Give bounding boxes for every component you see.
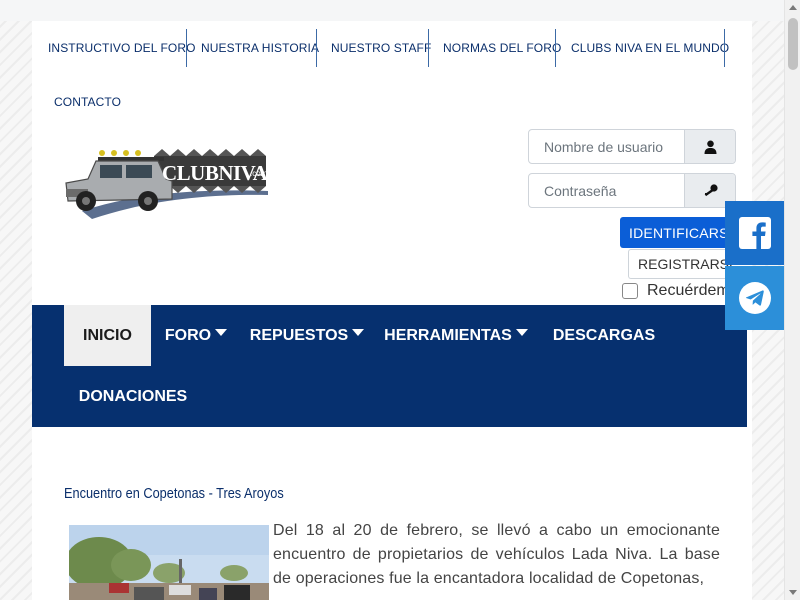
scroll-down-icon[interactable] (789, 590, 797, 595)
top-band (0, 0, 784, 21)
main-nav: INICIO FORO REPUESTOS HERRAMIENTAS DESCA… (32, 305, 747, 427)
divider (555, 29, 556, 67)
password-input[interactable] (529, 174, 684, 207)
nav-repuestos[interactable]: REPUESTOS (247, 305, 367, 366)
top-nav-normas[interactable]: NORMAS DEL FORO (443, 41, 561, 55)
nav-label: REPUESTOS (249, 326, 349, 344)
remember-checkbox[interactable] (622, 283, 638, 299)
page-scrollbar[interactable] (784, 0, 800, 600)
top-nav-contacto[interactable]: CONTACTO (54, 95, 121, 109)
article-photo (69, 525, 269, 600)
facebook-icon (738, 217, 771, 249)
page-container: INSTRUCTIVO DEL FORO NUESTRA HISTORIA NU… (32, 21, 752, 600)
register-button[interactable]: REGISTRARSE (628, 249, 738, 279)
login-button[interactable]: IDENTIFICARSE (620, 217, 738, 248)
divider (724, 29, 725, 67)
nav-herramientas[interactable]: HERRAMIENTAS (382, 305, 530, 366)
top-nav-instructivo[interactable]: INSTRUCTIVO DEL FORO (48, 41, 196, 55)
divider (428, 29, 429, 67)
nav-label: DESCARGAS (552, 326, 656, 344)
password-field[interactable] (528, 173, 736, 208)
nav-label: INICIO (83, 326, 132, 344)
site-logo[interactable]: CLUBNIVA .com (62, 139, 270, 225)
facebook-button[interactable] (725, 201, 784, 265)
username-field[interactable] (528, 129, 736, 164)
caret-down-icon (215, 329, 228, 336)
telegram-icon (738, 282, 771, 314)
divider (316, 29, 317, 67)
user-icon (684, 130, 735, 163)
nav-label: HERRAMIENTAS (384, 326, 512, 344)
nav-label: FORO (164, 326, 212, 344)
scroll-up-icon[interactable] (789, 5, 797, 10)
caret-down-icon (515, 329, 528, 336)
telegram-button[interactable] (725, 266, 784, 330)
article-title[interactable]: Encuentro en Copetonas - Tres Aroyos (64, 485, 284, 502)
article-text: Del 18 al 20 de febrero, se llevó a cabo… (273, 522, 720, 587)
nav-inicio[interactable]: INICIO (64, 305, 151, 366)
nav-label: DONACIONES (78, 387, 188, 405)
divider (186, 29, 187, 67)
username-input[interactable] (529, 130, 684, 163)
scrollbar-thumb[interactable] (788, 18, 798, 70)
top-nav-historia[interactable]: NUESTRA HISTORIA (201, 41, 319, 55)
caret-down-icon (352, 329, 365, 336)
nav-donaciones[interactable]: DONACIONES (70, 366, 196, 427)
remember-me[interactable]: Recuérdeme (622, 282, 739, 300)
nav-foro[interactable]: FORO (158, 305, 234, 366)
nav-descargas[interactable]: DESCARGAS (544, 305, 664, 366)
top-nav-staff[interactable]: NUESTRO STAFF (331, 41, 431, 55)
top-nav-clubs[interactable]: CLUBS NIVA EN EL MUNDO (571, 41, 729, 55)
logo-suffix: .com (250, 169, 268, 178)
article-image[interactable] (69, 525, 269, 600)
